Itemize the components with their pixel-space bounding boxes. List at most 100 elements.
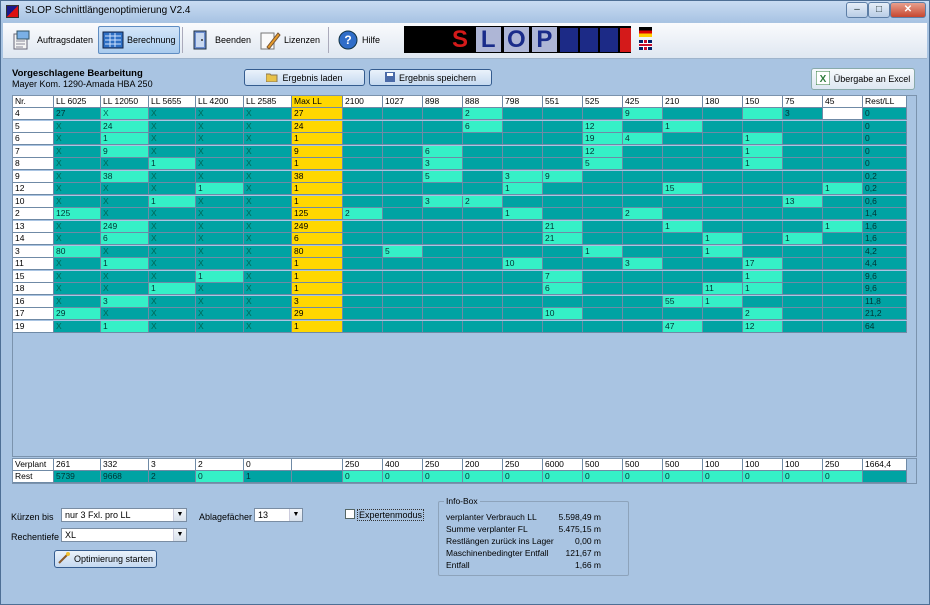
table-cell[interactable]: 12 [583, 120, 623, 133]
table-cell[interactable] [663, 195, 703, 208]
table-cell[interactable]: X [244, 270, 292, 283]
table-cell[interactable] [623, 283, 663, 295]
table-cell[interactable]: 45 [823, 96, 863, 108]
table-cell[interactable] [292, 471, 343, 483]
table-cell[interactable] [423, 233, 463, 245]
table-cell[interactable]: 7 [543, 270, 583, 283]
table-cell[interactable] [623, 120, 663, 133]
table-cell[interactable]: 0 [663, 471, 703, 483]
table-cell[interactable]: X [196, 208, 244, 220]
table-cell[interactable] [583, 233, 623, 245]
table-cell[interactable]: 38 [101, 170, 149, 183]
table-cell[interactable]: X [101, 308, 149, 320]
table-cell[interactable]: 2100 [343, 96, 383, 108]
table-cell[interactable] [583, 170, 623, 183]
table-cell[interactable] [503, 320, 543, 333]
table-cell[interactable]: X [244, 108, 292, 120]
table-cell[interactable]: 10 [503, 258, 543, 270]
table-cell[interactable] [823, 158, 863, 170]
table-cell[interactable] [503, 283, 543, 295]
table-cell[interactable]: X [196, 245, 244, 258]
table-cell[interactable] [703, 195, 743, 208]
table-cell[interactable]: X [244, 245, 292, 258]
table-cell[interactable]: X [149, 220, 196, 233]
table-cell[interactable]: X [149, 258, 196, 270]
table-cell[interactable]: X [196, 108, 244, 120]
table-cell[interactable]: 250 [823, 459, 863, 471]
table-cell[interactable]: 9 [623, 108, 663, 120]
table-cell[interactable] [463, 320, 503, 333]
table-cell[interactable] [623, 195, 663, 208]
chevron-down-icon[interactable]: ▼ [173, 529, 186, 541]
table-cell[interactable] [383, 283, 423, 295]
table-cell[interactable] [663, 145, 703, 158]
table-cell[interactable] [383, 158, 423, 170]
table-cell[interactable] [383, 295, 423, 308]
table-cell[interactable]: X [244, 145, 292, 158]
table-cell[interactable]: X [149, 295, 196, 308]
table-cell[interactable]: 100 [743, 459, 783, 471]
table-cell[interactable]: X [101, 183, 149, 195]
table-cell[interactable] [583, 283, 623, 295]
table-cell[interactable] [743, 183, 783, 195]
table-cell[interactable] [543, 108, 583, 120]
table-cell[interactable]: 0 [343, 471, 383, 483]
table-cell[interactable]: 0 [823, 471, 863, 483]
table-cell[interactable]: 24 [101, 120, 149, 133]
table-cell[interactable] [343, 145, 383, 158]
table-cell[interactable] [383, 320, 423, 333]
table-cell[interactable]: 332 [101, 459, 149, 471]
expertenmodus-checkbox[interactable] [345, 509, 355, 519]
table-cell[interactable] [543, 320, 583, 333]
table-cell[interactable]: X [149, 308, 196, 320]
table-cell[interactable]: 125 [292, 208, 343, 220]
table-cell[interactable]: X [101, 245, 149, 258]
table-cell[interactable] [463, 158, 503, 170]
table-cell[interactable]: X [54, 258, 101, 270]
table-cell[interactable] [543, 208, 583, 220]
table-cell[interactable]: X [196, 145, 244, 158]
table-cell[interactable]: 38 [292, 170, 343, 183]
table-cell[interactable] [623, 270, 663, 283]
table-cell[interactable] [663, 270, 703, 283]
table-cell[interactable] [663, 258, 703, 270]
table-cell[interactable] [543, 120, 583, 133]
table-cell[interactable] [743, 208, 783, 220]
close-button[interactable]: ✕ [890, 2, 926, 18]
table-cell[interactable] [703, 220, 743, 233]
table-cell[interactable]: 6 [463, 120, 503, 133]
table-cell[interactable]: X [244, 258, 292, 270]
table-cell[interactable] [463, 233, 503, 245]
table-cell[interactable]: 0 [463, 471, 503, 483]
table-cell[interactable]: 1 [292, 158, 343, 170]
table-cell[interactable] [503, 158, 543, 170]
table-cell[interactable] [343, 258, 383, 270]
load-result-button[interactable]: Ergebnis laden [244, 69, 365, 86]
table-cell[interactable]: X [54, 295, 101, 308]
table-cell[interactable] [423, 245, 463, 258]
table-cell[interactable]: X [54, 270, 101, 283]
table-cell[interactable] [783, 120, 823, 133]
table-cell[interactable] [383, 133, 423, 145]
table-cell[interactable]: X [244, 133, 292, 145]
table-cell[interactable]: 3 [783, 108, 823, 120]
table-cell[interactable]: 0 [863, 108, 907, 120]
table-cell[interactable]: 1 [196, 183, 244, 195]
table-cell[interactable] [783, 270, 823, 283]
table-cell[interactable]: 17 [743, 258, 783, 270]
table-cell[interactable]: 1 [743, 145, 783, 158]
table-cell[interactable]: 1 [703, 233, 743, 245]
table-cell[interactable]: X [54, 158, 101, 170]
table-cell[interactable] [423, 133, 463, 145]
table-cell[interactable] [463, 208, 503, 220]
table-cell[interactable] [823, 245, 863, 258]
table-cell[interactable] [783, 183, 823, 195]
chevron-down-icon[interactable]: ▼ [173, 509, 186, 521]
table-cell[interactable]: 4 [623, 133, 663, 145]
table-cell[interactable]: X [196, 170, 244, 183]
table-cell[interactable]: 1 [583, 245, 623, 258]
table-cell[interactable] [743, 295, 783, 308]
table-cell[interactable]: 0 [503, 471, 543, 483]
table-cell[interactable] [783, 283, 823, 295]
table-cell[interactable]: X [244, 233, 292, 245]
